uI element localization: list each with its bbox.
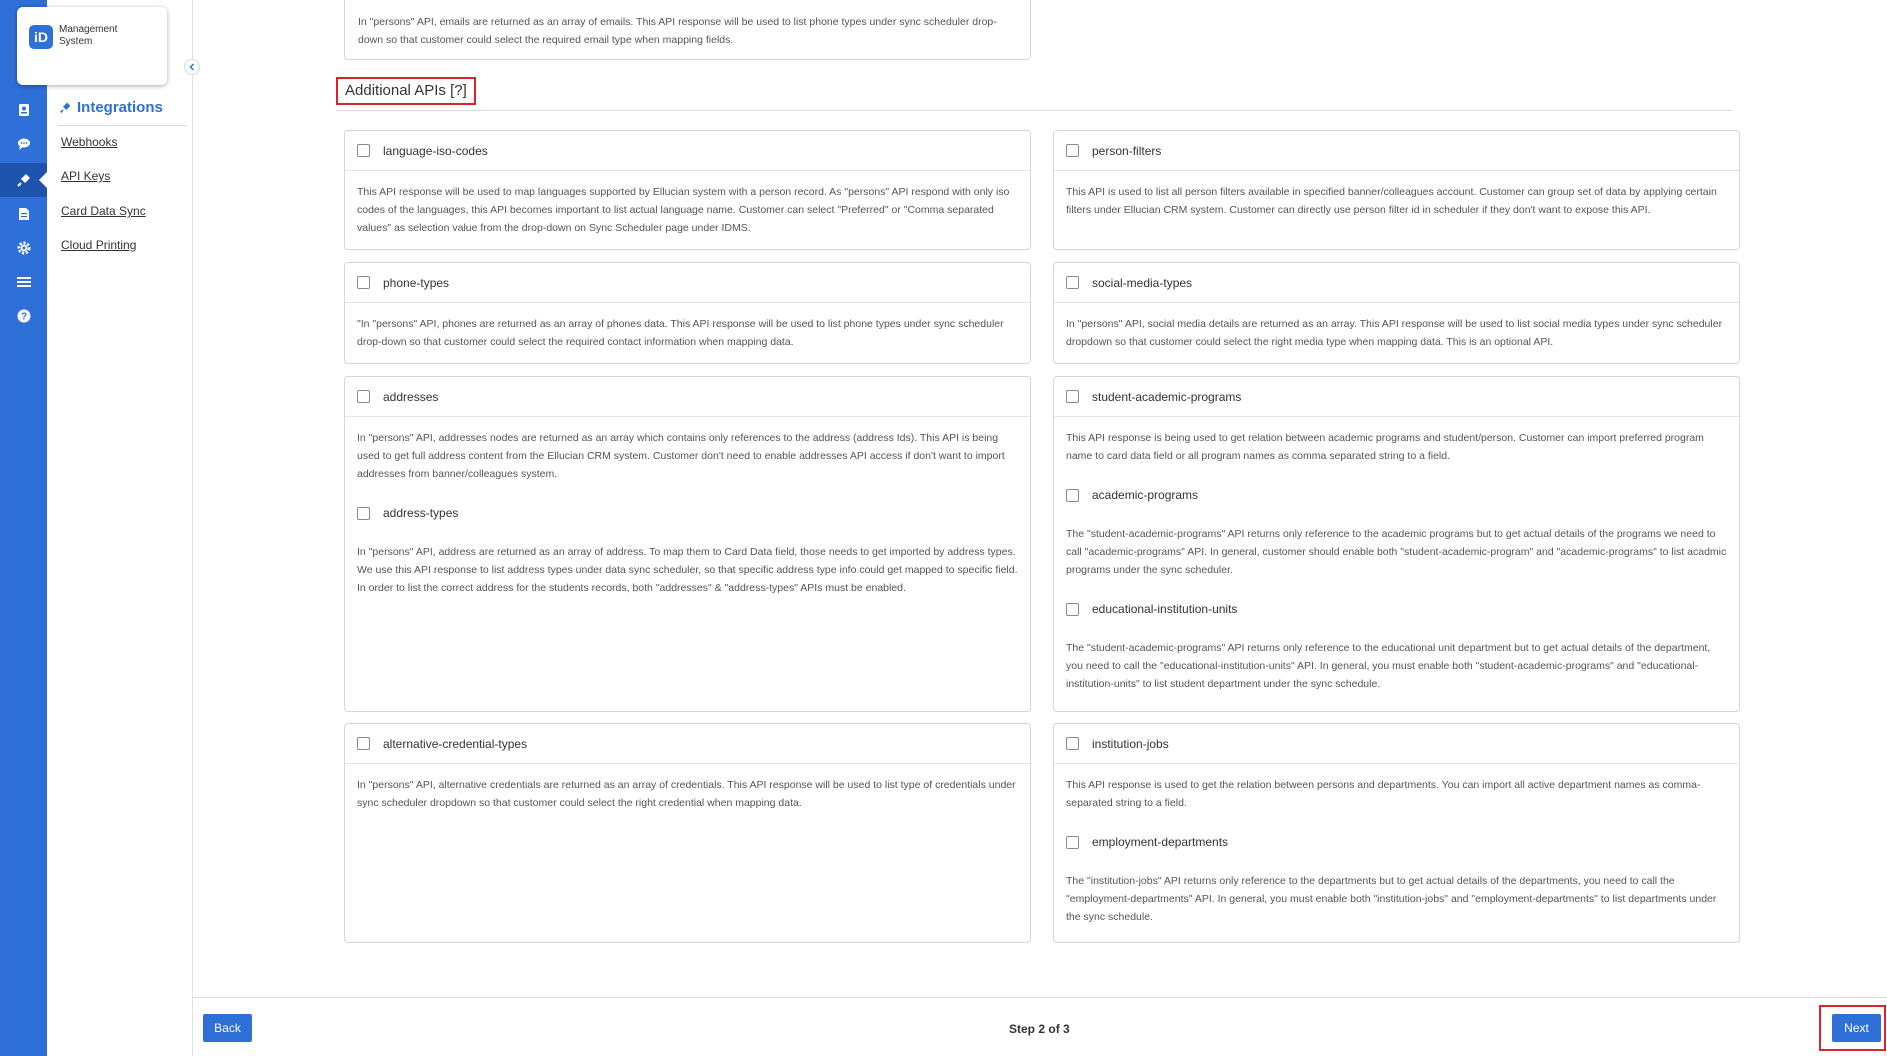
help-icon[interactable]: ? — [0, 299, 47, 333]
back-button[interactable]: Back — [203, 1014, 252, 1042]
checkbox[interactable] — [357, 144, 370, 157]
api-description: This API is used to list all person filt… — [1066, 186, 1717, 216]
api-description: In "persons" API, addresses nodes are re… — [357, 432, 1005, 480]
api-description: This API response will be used to map la… — [357, 186, 1010, 234]
divider — [336, 110, 1733, 111]
checkbox[interactable] — [357, 276, 370, 289]
api-label: phone-types — [383, 275, 450, 290]
checkbox[interactable] — [357, 737, 370, 750]
chat-icon[interactable] — [0, 127, 47, 161]
api-card-person-filters: person-filters This API is used to list … — [1053, 130, 1740, 250]
api-description: This API response is being used to get r… — [1066, 432, 1704, 462]
api-card-social-media-types: social-media-types In "persons" API, soc… — [1053, 262, 1740, 364]
api-description: "In "persons" API, phones are returned a… — [357, 318, 1004, 348]
checkbox[interactable] — [1066, 390, 1079, 403]
api-description: In "persons" API, address are returned a… — [357, 546, 1018, 594]
subnav-item-webhooks[interactable]: Webhooks — [61, 135, 117, 149]
next-button[interactable]: Next — [1832, 1014, 1881, 1042]
plug-icon — [60, 102, 71, 113]
api-label: social-media-types — [1092, 275, 1193, 290]
checkbox[interactable] — [1066, 276, 1079, 289]
checkbox[interactable] — [357, 506, 370, 520]
list-icon[interactable] — [0, 265, 47, 299]
api-card-alternative-credential-types: alternative-credential-types In "persons… — [344, 723, 1031, 943]
api-description: In "persons" API, alternative credential… — [357, 779, 1016, 809]
card-description: In "persons" API, emails are returned as… — [358, 16, 997, 46]
api-card-addresses: addresses In "persons" API, addresses no… — [344, 376, 1031, 712]
checkbox[interactable] — [1066, 835, 1079, 849]
api-card-language-iso-codes: language-iso-codes This API response wil… — [344, 130, 1031, 250]
document-icon[interactable] — [0, 197, 47, 231]
badge-icon[interactable] — [0, 93, 47, 127]
api-card-institution-jobs: institution-jobs This API response is us… — [1053, 723, 1740, 943]
subnav-item-api-keys[interactable]: API Keys — [61, 169, 110, 183]
step-indicator: Step 2 of 3 — [1009, 1022, 1070, 1036]
wizard-footer: Back Step 2 of 3 Next — [193, 997, 1887, 1056]
divider — [58, 125, 186, 126]
icon-rail: ? — [0, 0, 47, 1056]
checkbox[interactable] — [1066, 488, 1079, 502]
api-label: alternative-credential-types — [383, 736, 528, 751]
checkbox[interactable] — [1066, 602, 1079, 616]
api-label: language-iso-codes — [383, 143, 488, 158]
subnav-item-card-data-sync[interactable]: Card Data Sync — [61, 204, 146, 218]
api-description: In "persons" API, social media details a… — [1066, 318, 1723, 348]
api-card-student-academic-programs: student-academic-programs This API respo… — [1053, 376, 1740, 712]
emails-card: In "persons" API, emails are returned as… — [344, 0, 1031, 60]
gear-icon[interactable] — [0, 231, 47, 265]
api-label: addresses — [383, 389, 439, 404]
main-content: In "persons" API, emails are returned as… — [193, 0, 1887, 1056]
checkbox[interactable] — [1066, 144, 1079, 157]
api-label: employment-departments — [1092, 835, 1229, 849]
subnav-title: Integrations — [59, 99, 163, 116]
api-card-phone-types: phone-types "In "persons" API, phones ar… — [344, 262, 1031, 364]
api-label: institution-jobs — [1092, 736, 1169, 751]
checkbox[interactable] — [357, 390, 370, 403]
api-description: This API response is used to get the rel… — [1066, 779, 1701, 809]
api-label: student-academic-programs — [1092, 389, 1242, 404]
api-description: The "student-academic-programs" API retu… — [1066, 642, 1711, 690]
api-label: person-filters — [1092, 143, 1162, 158]
plug-icon[interactable] — [0, 163, 47, 197]
api-label: academic-programs — [1092, 488, 1199, 502]
api-description: The "student-academic-programs" API retu… — [1066, 528, 1727, 576]
subnav-item-cloud-printing[interactable]: Cloud Printing — [61, 238, 136, 252]
api-label: address-types — [383, 506, 459, 520]
integrations-subnav: Integrations Webhooks API Keys Card Data… — [47, 0, 193, 1056]
svg-text:?: ? — [20, 312, 26, 323]
section-title[interactable]: Additional APIs [?] — [336, 77, 476, 105]
api-description: The "institution-jobs" API returns only … — [1066, 875, 1717, 923]
api-label: educational-institution-units — [1092, 602, 1238, 616]
checkbox[interactable] — [1066, 737, 1079, 750]
